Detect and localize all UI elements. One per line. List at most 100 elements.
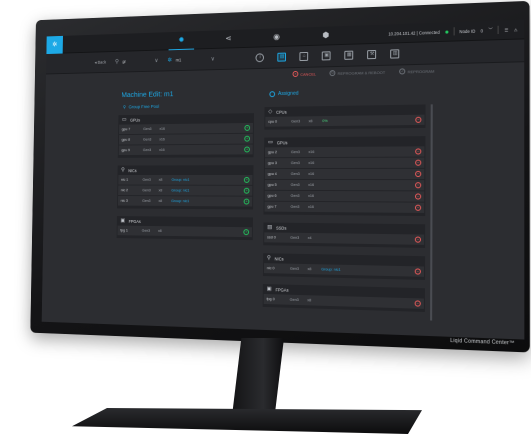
gpu-icon: ▭ (267, 139, 273, 146)
add-icon[interactable]: + (243, 176, 250, 183)
database-icon[interactable]: ⬢ (320, 29, 332, 41)
panel-title: NICs (274, 255, 284, 262)
remove-icon[interactable]: − (415, 182, 422, 189)
device-row[interactable]: ssd 0 Gen3 x4 − (264, 232, 425, 245)
device-gen: Gen3 (142, 148, 152, 153)
remove-icon[interactable]: − (415, 170, 422, 178)
panel-title: GPUs (276, 139, 288, 145)
device-gen: Gen3 (142, 177, 151, 182)
app-screen: ✲ ✹ ⋖ ◉ ⬢ 10.204.101.42 | Connected Node… (41, 19, 525, 340)
cancel-button[interactable]: × CANCEL (292, 70, 317, 78)
device-lanes: x8 (158, 177, 163, 182)
reprogram-reboot-button[interactable]: ↻ REPROGRAM & REBOOT (329, 69, 386, 77)
divider (453, 27, 455, 36)
edit-machine-icon[interactable]: ▤ (277, 52, 287, 62)
group-free-pool-label: Group Free Pool (128, 104, 160, 110)
device-id: nic 3 (120, 198, 128, 203)
assigned-label: Assigned (277, 90, 299, 98)
reboot-icon[interactable]: ⌂ (299, 51, 309, 62)
remove-icon[interactable]: − (414, 193, 422, 200)
device-id: gpu 8 (121, 137, 131, 142)
remove-icon[interactable]: − (415, 116, 422, 123)
info-icon[interactable]: i (255, 53, 265, 63)
server-icon[interactable]: ▣ (322, 51, 332, 61)
cancel-label: CANCEL (300, 71, 317, 77)
device-row[interactable]: gpu 5 Gen3 x16 − (264, 179, 425, 191)
remove-icon[interactable]: − (414, 300, 421, 307)
settings-icon[interactable]: ▦ (344, 50, 354, 60)
device-row[interactable]: gpu 6 Gen3 x16 − (264, 190, 425, 202)
device-group (318, 301, 415, 304)
add-icon[interactable]: + (244, 135, 250, 142)
add-icon[interactable]: + (243, 187, 250, 194)
device-group: Group: nic1 (321, 267, 341, 272)
action-bar: × CANCEL ↻ REPROGRAM & REBOOT ✓ REPROGRA… (292, 68, 435, 78)
add-icon[interactable]: + (243, 198, 250, 205)
device-row[interactable]: gpu 7 Gen3 x16 + (119, 122, 253, 135)
trash-icon[interactable]: ▥ (390, 49, 400, 59)
device-row[interactable]: gpu 7 Gen3 x16 − (264, 201, 425, 213)
chevron-down-icon[interactable]: ﹀ (488, 27, 492, 33)
page-title: Machine Edit: m1 (121, 89, 174, 100)
device-row[interactable]: nic 1 Gen3 x8 Group: nic1 + (118, 175, 253, 185)
app-logo-icon[interactable]: ✲ (46, 35, 63, 54)
menu-icon[interactable]: ☰ (504, 27, 508, 32)
device-lanes: x16 (308, 172, 315, 176)
remove-icon[interactable]: − (414, 204, 422, 211)
share-icon[interactable]: ⋖ (223, 33, 234, 45)
device-id: gpu 2 (267, 150, 278, 155)
remove-icon[interactable]: − (414, 236, 422, 243)
panel-title: CPUs (276, 109, 287, 115)
wrench-icon[interactable]: ⚒ (367, 49, 377, 60)
device-panel: ▣ FPGAs fpg 0 Gen3 x8 − (262, 284, 425, 313)
group-selector[interactable]: ⚲ gr ∨ (115, 57, 159, 65)
node-value: 0 (480, 27, 484, 34)
device-group (319, 238, 415, 239)
device-panel: ⚲ NICs nic 1 Gen3 x8 Group: nic1 + nic 2 Gen3 x8 G… (117, 165, 254, 210)
device-row[interactable]: nic 0 Gen3 x8 Group: nic1 − (263, 263, 425, 277)
device-group: Group: nic1 (171, 188, 190, 193)
connected-indicator (444, 30, 448, 34)
remove-icon[interactable]: − (415, 148, 422, 155)
device-id: ssd 0 (267, 235, 276, 240)
warning-icon[interactable]: ⚠ (514, 27, 518, 32)
gpu-icon: ▭ (121, 116, 127, 123)
scrollbar[interactable] (430, 104, 433, 321)
assigned-heading: Assigned (269, 90, 299, 98)
device-row[interactable]: gpu 4 Gen3 x16 − (264, 168, 425, 180)
add-icon[interactable]: + (244, 124, 251, 131)
device-lanes: x16 (159, 137, 165, 142)
add-icon[interactable]: + (243, 229, 250, 236)
panel-header: ⚲ NICs (118, 165, 254, 175)
device-lanes: x8 (158, 199, 163, 203)
device-group: 0% (322, 119, 328, 124)
device-gen: Gen3 (290, 172, 300, 176)
device-row[interactable]: nic 2 Gen3 x8 Group: nic1 + (118, 185, 253, 196)
device-row[interactable]: gpu 2 Gen3 x16 − (264, 146, 425, 158)
device-lanes: x16 (308, 193, 315, 198)
cluster-icon[interactable]: ✹ (176, 34, 187, 46)
remove-icon[interactable]: − (415, 159, 422, 166)
device-row[interactable]: cpu 0 Gen3 x8 0% − (265, 114, 425, 127)
device-gen: Gen3 (289, 297, 299, 303)
add-icon[interactable]: + (244, 146, 250, 153)
reprogram-reboot-label: REPROGRAM & REBOOT (337, 69, 386, 76)
back-link[interactable]: ◂ Back (95, 59, 107, 65)
device-lanes: x8 (158, 188, 163, 193)
device-row[interactable]: gpu 9 Gen3 x16 + (118, 144, 253, 156)
device-id: gpu 9 (121, 148, 130, 153)
device-panel: ▭ GPUs gpu 2 Gen3 x16 − gpu 3 Gen3 x16 − gpu 4 Gen3… (263, 136, 426, 217)
device-row[interactable]: gpu 3 Gen3 x16 − (264, 157, 425, 169)
device-group (168, 231, 243, 232)
machine-selector[interactable]: ✲ m1 ∨ (167, 56, 214, 64)
device-row[interactable]: nic 3 Gen3 x8 Group: nic1 + (117, 195, 253, 207)
remove-icon[interactable]: − (414, 268, 421, 275)
device-id: nic 1 (120, 177, 129, 182)
check-icon: ✓ (399, 68, 406, 75)
device-row[interactable]: fpg 1 Gen3 x8 + (117, 225, 252, 238)
camera-icon[interactable]: ◉ (271, 31, 283, 43)
reprogram-button[interactable]: ✓ REPROGRAM (399, 68, 434, 75)
device-id: fpg 0 (266, 297, 275, 302)
device-id: gpu 5 (267, 182, 277, 187)
device-row[interactable]: gpu 8 Gen3 x16 + (118, 133, 253, 145)
